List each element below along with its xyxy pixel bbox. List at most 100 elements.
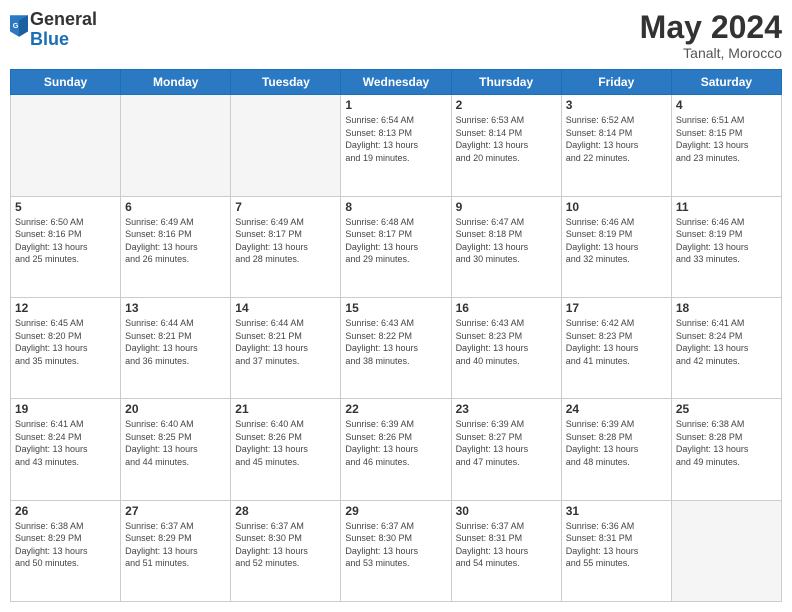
day-number: 11 <box>676 200 777 214</box>
day-number: 14 <box>235 301 336 315</box>
calendar-cell <box>231 95 341 196</box>
day-info: Sunrise: 6:48 AM Sunset: 8:17 PM Dayligh… <box>345 216 446 266</box>
calendar-cell <box>121 95 231 196</box>
calendar-cell: 31Sunrise: 6:36 AM Sunset: 8:31 PM Dayli… <box>561 500 671 601</box>
calendar-cell: 24 Sunrise: 6:39 AM Sunset: 8:28 PM Dayli… <box>561 399 671 500</box>
day-info: Sunrise: 6:39 AM Sunset: 8:26 PM Dayligh… <box>345 418 446 468</box>
day-number: 19 <box>15 402 116 416</box>
title-block: May 2024 Tanalt, Morocco <box>640 10 782 61</box>
calendar-week-row: 1Sunrise: 6:54 AM Sunset: 8:13 PM Daylig… <box>11 95 782 196</box>
day-number: 15 <box>345 301 446 315</box>
day-number: 4 <box>676 98 777 112</box>
day-number: 26 <box>15 504 116 518</box>
day-number: 24 <box>566 402 667 416</box>
logo-block: G <box>10 17 28 42</box>
calendar-cell: 30 Sunrise: 6:37 AM Sunset: 8:31 PM Dayli… <box>451 500 561 601</box>
calendar-cell: 3 Sunrise: 6:52 AM Sunset: 8:14 PM Daylig… <box>561 95 671 196</box>
header-saturday: Saturday <box>671 70 781 95</box>
calendar-cell: 7Sunrise: 6:49 AM Sunset: 8:17 PM Daylig… <box>231 196 341 297</box>
day-number: 3 <box>566 98 667 112</box>
day-number: 6 <box>125 200 226 214</box>
calendar-cell: 21 Sunrise: 6:40 AM Sunset: 8:26 PM Dayli… <box>231 399 341 500</box>
calendar-cell: 4Sunrise: 6:51 AM Sunset: 8:15 PM Daylig… <box>671 95 781 196</box>
calendar-cell: 26 Sunrise: 6:38 AM Sunset: 8:29 PM Dayli… <box>11 500 121 601</box>
day-info: Sunrise: 6:53 AM Sunset: 8:14 PM Dayligh… <box>456 114 557 164</box>
day-info: Sunrise: 6:39 AM Sunset: 8:28 PM Dayligh… <box>566 418 667 468</box>
header: G General Blue May 2024 Tanalt, Morocco <box>10 10 782 61</box>
calendar-cell <box>671 500 781 601</box>
calendar-cell: 25 Sunrise: 6:38 AM Sunset: 8:28 PM Dayli… <box>671 399 781 500</box>
calendar-cell: 13 Sunrise: 6:44 AM Sunset: 8:21 PM Dayli… <box>121 297 231 398</box>
weekday-header-row: Sunday Monday Tuesday Wednesday Thursday… <box>11 70 782 95</box>
calendar-cell: 10 Sunrise: 6:46 AM Sunset: 8:19 PM Dayli… <box>561 196 671 297</box>
day-number: 1 <box>345 98 446 112</box>
calendar-cell: 1Sunrise: 6:54 AM Sunset: 8:13 PM Daylig… <box>341 95 451 196</box>
logo-general-text: General <box>30 9 97 29</box>
day-number: 17 <box>566 301 667 315</box>
day-info: Sunrise: 6:43 AM Sunset: 8:23 PM Dayligh… <box>456 317 557 367</box>
day-number: 16 <box>456 301 557 315</box>
day-number: 28 <box>235 504 336 518</box>
calendar-cell: 5 Sunrise: 6:50 AM Sunset: 8:16 PM Daylig… <box>11 196 121 297</box>
day-number: 12 <box>15 301 116 315</box>
logo-blue-text: Blue <box>30 29 69 49</box>
day-number: 27 <box>125 504 226 518</box>
day-info: Sunrise: 6:36 AM Sunset: 8:31 PM Dayligh… <box>566 520 667 570</box>
day-info: Sunrise: 6:44 AM Sunset: 8:21 PM Dayligh… <box>125 317 226 367</box>
calendar-week-row: 5 Sunrise: 6:50 AM Sunset: 8:16 PM Daylig… <box>11 196 782 297</box>
svg-text:G: G <box>13 21 19 30</box>
day-info: Sunrise: 6:41 AM Sunset: 8:24 PM Dayligh… <box>676 317 777 367</box>
day-info: Sunrise: 6:41 AM Sunset: 8:24 PM Dayligh… <box>15 418 116 468</box>
header-thursday: Thursday <box>451 70 561 95</box>
day-number: 30 <box>456 504 557 518</box>
calendar-cell <box>11 95 121 196</box>
day-number: 2 <box>456 98 557 112</box>
header-tuesday: Tuesday <box>231 70 341 95</box>
day-number: 21 <box>235 402 336 416</box>
day-info: Sunrise: 6:46 AM Sunset: 8:19 PM Dayligh… <box>676 216 777 266</box>
page: G General Blue May 2024 Tanalt, Morocco … <box>0 0 792 612</box>
header-monday: Monday <box>121 70 231 95</box>
day-number: 9 <box>456 200 557 214</box>
calendar-cell: 16 Sunrise: 6:43 AM Sunset: 8:23 PM Dayli… <box>451 297 561 398</box>
day-info: Sunrise: 6:47 AM Sunset: 8:18 PM Dayligh… <box>456 216 557 266</box>
calendar-cell: 11 Sunrise: 6:46 AM Sunset: 8:19 PM Dayli… <box>671 196 781 297</box>
calendar-cell: 19 Sunrise: 6:41 AM Sunset: 8:24 PM Dayli… <box>11 399 121 500</box>
logo-icon: G <box>10 15 28 37</box>
day-info: Sunrise: 6:42 AM Sunset: 8:23 PM Dayligh… <box>566 317 667 367</box>
header-friday: Friday <box>561 70 671 95</box>
calendar-week-row: 12Sunrise: 6:45 AM Sunset: 8:20 PM Dayli… <box>11 297 782 398</box>
day-info: Sunrise: 6:38 AM Sunset: 8:29 PM Dayligh… <box>15 520 116 570</box>
calendar-cell: 6Sunrise: 6:49 AM Sunset: 8:16 PM Daylig… <box>121 196 231 297</box>
day-number: 29 <box>345 504 446 518</box>
calendar-cell: 23 Sunrise: 6:39 AM Sunset: 8:27 PM Dayli… <box>451 399 561 500</box>
day-number: 20 <box>125 402 226 416</box>
header-wednesday: Wednesday <box>341 70 451 95</box>
day-info: Sunrise: 6:40 AM Sunset: 8:26 PM Dayligh… <box>235 418 336 468</box>
day-info: Sunrise: 6:46 AM Sunset: 8:19 PM Dayligh… <box>566 216 667 266</box>
day-info: Sunrise: 6:49 AM Sunset: 8:17 PM Dayligh… <box>235 216 336 266</box>
logo: G General Blue <box>10 10 97 50</box>
day-info: Sunrise: 6:39 AM Sunset: 8:27 PM Dayligh… <box>456 418 557 468</box>
calendar-cell: 18Sunrise: 6:41 AM Sunset: 8:24 PM Dayli… <box>671 297 781 398</box>
day-info: Sunrise: 6:37 AM Sunset: 8:31 PM Dayligh… <box>456 520 557 570</box>
day-info: Sunrise: 6:50 AM Sunset: 8:16 PM Dayligh… <box>15 216 116 266</box>
day-number: 13 <box>125 301 226 315</box>
calendar-cell: 29Sunrise: 6:37 AM Sunset: 8:30 PM Dayli… <box>341 500 451 601</box>
day-number: 10 <box>566 200 667 214</box>
calendar-cell: 8Sunrise: 6:48 AM Sunset: 8:17 PM Daylig… <box>341 196 451 297</box>
calendar-week-row: 26 Sunrise: 6:38 AM Sunset: 8:29 PM Dayli… <box>11 500 782 601</box>
day-info: Sunrise: 6:37 AM Sunset: 8:29 PM Dayligh… <box>125 520 226 570</box>
calendar-cell: 2 Sunrise: 6:53 AM Sunset: 8:14 PM Daylig… <box>451 95 561 196</box>
calendar-cell: 12Sunrise: 6:45 AM Sunset: 8:20 PM Dayli… <box>11 297 121 398</box>
day-info: Sunrise: 6:52 AM Sunset: 8:14 PM Dayligh… <box>566 114 667 164</box>
calendar-cell: 27 Sunrise: 6:37 AM Sunset: 8:29 PM Dayli… <box>121 500 231 601</box>
day-number: 5 <box>15 200 116 214</box>
day-info: Sunrise: 6:38 AM Sunset: 8:28 PM Dayligh… <box>676 418 777 468</box>
day-number: 23 <box>456 402 557 416</box>
day-info: Sunrise: 6:43 AM Sunset: 8:22 PM Dayligh… <box>345 317 446 367</box>
calendar-cell: 14 Sunrise: 6:44 AM Sunset: 8:21 PM Dayli… <box>231 297 341 398</box>
day-number: 25 <box>676 402 777 416</box>
day-info: Sunrise: 6:44 AM Sunset: 8:21 PM Dayligh… <box>235 317 336 367</box>
header-sunday: Sunday <box>11 70 121 95</box>
